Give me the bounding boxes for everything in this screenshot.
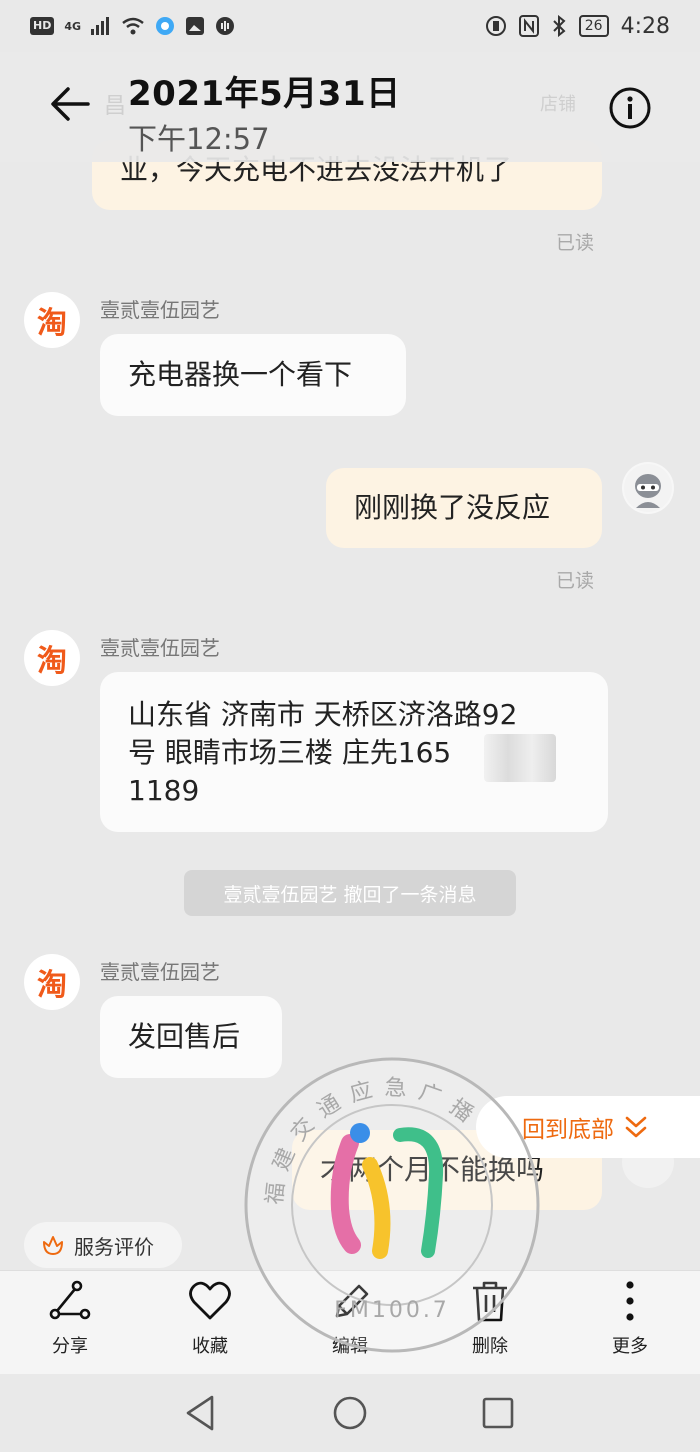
app-icon bbox=[156, 17, 175, 35]
delete-label: 删除 bbox=[472, 1336, 508, 1357]
message-text: 发回售后 bbox=[128, 1020, 241, 1053]
flower-icon bbox=[43, 1236, 63, 1255]
edit-label: 编辑 bbox=[332, 1336, 368, 1357]
more-label: 更多 bbox=[612, 1336, 648, 1357]
share-icon bbox=[49, 1280, 91, 1320]
message-bubble-incoming[interactable]: 发回售后 bbox=[100, 996, 282, 1078]
status-bar: HD 4G 26 4:28 bbox=[0, 0, 700, 52]
delete-button[interactable]: 删除 bbox=[450, 1278, 530, 1368]
avatar[interactable]: 淘 bbox=[24, 954, 80, 1010]
signal-icon bbox=[91, 17, 110, 35]
taobao-logo-icon: 淘 bbox=[37, 968, 67, 1003]
share-button[interactable]: 分享 bbox=[30, 1278, 110, 1368]
redacted-blur bbox=[484, 734, 556, 782]
battery-indicator: 26 bbox=[578, 15, 609, 37]
more-vertical-icon bbox=[626, 1281, 634, 1321]
edit-button[interactable]: 编辑 bbox=[310, 1278, 390, 1368]
nav-recents-icon[interactable] bbox=[477, 1392, 519, 1434]
status-left: HD 4G bbox=[30, 14, 235, 38]
nav-home-icon[interactable] bbox=[329, 1392, 371, 1434]
pencil-icon bbox=[335, 1284, 369, 1318]
message-bubble-incoming[interactable]: 充电器换一个看下 bbox=[100, 334, 406, 416]
message-bubble-outgoing[interactable]: 刚刚换了没反应 bbox=[326, 468, 602, 548]
user-avatar-icon bbox=[624, 464, 672, 512]
vibrate-icon bbox=[485, 16, 506, 36]
taobao-logo-icon: 淘 bbox=[37, 644, 67, 679]
status-time: 4:28 bbox=[620, 13, 670, 39]
info-icon[interactable] bbox=[608, 86, 652, 130]
sender-name: 壹贰壹伍园艺 bbox=[100, 960, 220, 984]
service-eval-label: 服务评价 bbox=[74, 1234, 154, 1259]
shop-link-faded: 店铺 bbox=[540, 94, 576, 115]
back-to-bottom-button[interactable]: 回到底部 bbox=[476, 1096, 700, 1158]
favorite-label: 收藏 bbox=[192, 1336, 228, 1357]
hd-badge: HD bbox=[30, 17, 55, 35]
contact-name-faded: 昌 bbox=[104, 94, 127, 119]
page-subtitle: 下午12:57 bbox=[128, 122, 270, 156]
bluetooth-icon bbox=[553, 15, 566, 37]
status-right: 26 4:28 bbox=[485, 12, 670, 40]
message-text-line: 山东省 济南市 天桥区济洛路92 bbox=[128, 698, 518, 731]
wifi-icon bbox=[122, 17, 144, 35]
network-type: 4G bbox=[64, 19, 82, 33]
message-text: 刚刚换了没反应 bbox=[354, 491, 551, 524]
service-eval-button[interactable]: 服务评价 bbox=[24, 1222, 182, 1268]
more-button[interactable]: 更多 bbox=[590, 1278, 670, 1368]
nfc-icon bbox=[518, 15, 539, 37]
back-to-bottom-label: 回到底部 bbox=[522, 1117, 614, 1143]
avatar[interactable] bbox=[622, 462, 674, 514]
favorite-button[interactable]: 收藏 bbox=[170, 1278, 250, 1368]
share-label: 分享 bbox=[52, 1336, 88, 1357]
message-text: 充电器换一个看下 bbox=[128, 358, 353, 391]
read-status: 已读 bbox=[556, 232, 595, 254]
arrow-left-icon[interactable] bbox=[48, 82, 92, 126]
sender-name: 壹贰壹伍园艺 bbox=[100, 298, 220, 322]
sender-name: 壹贰壹伍园艺 bbox=[100, 636, 220, 660]
read-status: 已读 bbox=[556, 570, 595, 592]
avatar[interactable]: 淘 bbox=[24, 630, 80, 686]
gallery-icon bbox=[186, 17, 205, 35]
trash-icon bbox=[473, 1281, 507, 1322]
taobao-logo-icon: 淘 bbox=[37, 306, 67, 341]
recall-notice: 壹贰壹伍园艺 撤回了一条消息 bbox=[184, 870, 516, 916]
avatar[interactable]: 淘 bbox=[24, 292, 80, 348]
chevron-double-down-icon bbox=[625, 1116, 647, 1138]
audio-icon bbox=[216, 17, 235, 35]
nav-back-icon[interactable] bbox=[180, 1392, 222, 1434]
page-title: 2021年5月31日 bbox=[128, 74, 401, 114]
heart-icon bbox=[189, 1281, 231, 1320]
